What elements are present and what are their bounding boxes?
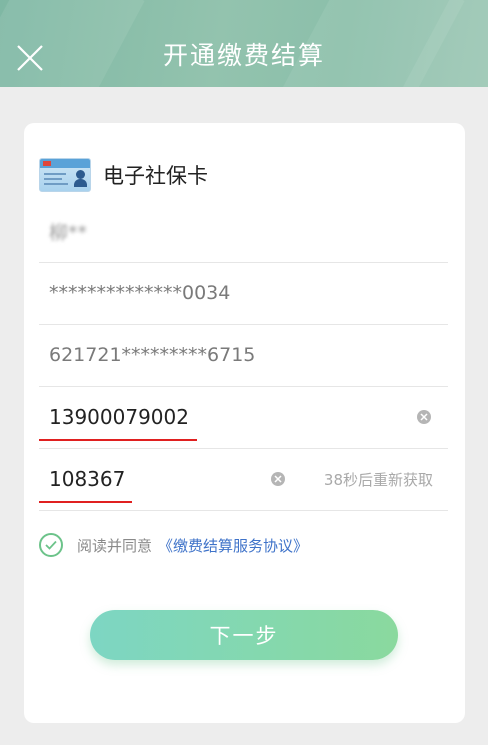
- bank-card-row: 621721*********6715: [39, 324, 448, 387]
- input-focus-underline: [39, 501, 132, 503]
- agreement-link[interactable]: 《缴费结算服务协议》: [158, 535, 308, 556]
- agreement-label: 阅读并同意: [77, 536, 153, 555]
- id-number: **************0034: [49, 282, 231, 304]
- id-number-row: **************0034: [39, 262, 448, 325]
- phone-input[interactable]: 13900079002: [49, 405, 189, 429]
- holder-name-row: 柳**: [39, 200, 448, 263]
- phone-row[interactable]: 13900079002: [39, 386, 448, 449]
- bank-card-number: 621721*********6715: [49, 344, 256, 366]
- header-bar: 开通缴费结算: [0, 0, 488, 87]
- clear-icon[interactable]: [271, 472, 285, 486]
- sms-code-input[interactable]: 108367: [49, 467, 125, 491]
- input-focus-underline: [39, 439, 197, 441]
- holder-name: 柳**: [49, 221, 88, 244]
- page-title: 开通缴费结算: [162, 41, 325, 70]
- resend-code-button[interactable]: 38秒后重新获取: [324, 469, 433, 490]
- agreement-row: 阅读并同意 《缴费结算服务协议》: [39, 533, 308, 557]
- next-button[interactable]: 下一步: [90, 610, 398, 660]
- check-icon[interactable]: [39, 533, 63, 557]
- clear-icon[interactable]: [417, 410, 431, 424]
- sms-code-row[interactable]: 108367 38秒后重新获取: [39, 448, 448, 511]
- payment-form-card: 电子社保卡 柳** **************0034 621721*****…: [24, 123, 465, 723]
- card-name: 电子社保卡: [103, 164, 208, 188]
- social-security-card-icon: [39, 158, 91, 192]
- card-header: 电子社保卡: [39, 158, 208, 192]
